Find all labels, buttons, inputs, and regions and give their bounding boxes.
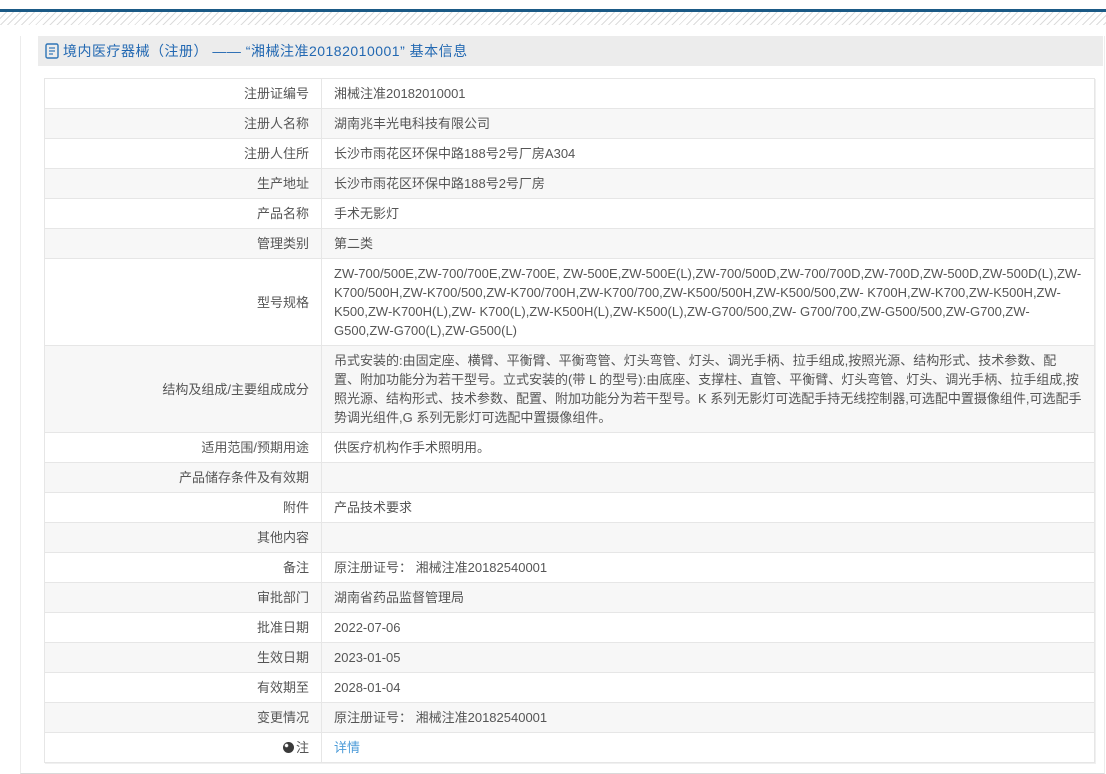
row-label-text: 结构及组成/主要组成成分 <box>162 382 309 397</box>
row-label-text: 管理类别 <box>257 236 309 251</box>
row-label: 审批部门 <box>45 583 322 613</box>
row-value: ZW-700/500E,ZW-700/700E,ZW-700E, ZW-500E… <box>322 259 1095 346</box>
table-row: 批准日期 2022-07-06 <box>45 613 1095 643</box>
row-label: 备注 <box>45 553 322 583</box>
row-label-text: 注册人住所 <box>244 146 309 161</box>
document-icon <box>45 43 59 59</box>
row-value: 原注册证号： 湘械注准20182540001 <box>322 553 1095 583</box>
row-label-text: 适用范围/预期用途 <box>201 440 309 455</box>
row-label-text: 附件 <box>283 500 309 515</box>
table-row: 注 详情 <box>45 733 1095 763</box>
row-value: 湖南兆丰光电科技有限公司 <box>322 109 1095 139</box>
table-row: 注册证编号湘械注准20182010001 <box>45 79 1095 109</box>
table-row: 变更情况原注册证号： 湘械注准20182540001 <box>45 703 1095 733</box>
row-label-text: 其他内容 <box>257 530 309 545</box>
table-row: 注册人住所长沙市雨花区环保中路188号2号厂房A304 <box>45 139 1095 169</box>
row-label: 注册证编号 <box>45 79 322 109</box>
table-row: 其他内容 <box>45 523 1095 553</box>
row-label-text: 生产地址 <box>257 176 309 191</box>
row-value: 产品技术要求 <box>322 493 1095 523</box>
hatched-divider <box>0 12 1106 25</box>
row-label: 产品储存条件及有效期 <box>45 463 322 493</box>
row-value: 长沙市雨花区环保中路188号2号厂房A304 <box>322 139 1095 169</box>
row-label-text: 批准日期 <box>257 620 309 635</box>
row-value: 2022-07-06 <box>322 613 1095 643</box>
page-title: 境内医疗器械（注册） —— “湘械注准20182010001” 基本信息 <box>63 41 468 61</box>
row-value: 吊式安装的:由固定座、横臂、平衡臂、平衡弯管、灯头弯管、灯头、调光手柄、拉手组成… <box>322 346 1095 433</box>
table-row: 生效日期 2023-01-05 <box>45 643 1095 673</box>
table-row: 型号规格 ZW-700/500E,ZW-700/700E,ZW-700E, ZW-… <box>45 259 1095 346</box>
row-label-text: 审批部门 <box>257 590 309 605</box>
section-header: 境内医疗器械（注册） —— “湘械注准20182010001” 基本信息 <box>38 36 1103 66</box>
row-label: 有效期至 <box>45 673 322 703</box>
table-row: 生产地址长沙市雨花区环保中路188号2号厂房 <box>45 169 1095 199</box>
table-row: 产品储存条件及有效期 <box>45 463 1095 493</box>
row-label: 批准日期 <box>45 613 322 643</box>
table-row: 结构及组成/主要组成成分吊式安装的:由固定座、横臂、平衡臂、平衡弯管、灯头弯管、… <box>45 346 1095 433</box>
row-label: 注册人住所 <box>45 139 322 169</box>
table-row: 适用范围/预期用途供医疗机构作手术照明用。 <box>45 433 1095 463</box>
row-label: 生产地址 <box>45 169 322 199</box>
row-label-text: 产品储存条件及有效期 <box>179 470 309 485</box>
table-row: 审批部门湖南省药品监督管理局 <box>45 583 1095 613</box>
table-row: 管理类别第二类 <box>45 229 1095 259</box>
row-label: 生效日期 <box>45 643 322 673</box>
row-value: 供医疗机构作手术照明用。 <box>322 433 1095 463</box>
row-label: 适用范围/预期用途 <box>45 433 322 463</box>
table-wrapper: 注册证编号湘械注准20182010001注册人名称湖南兆丰光电科技有限公司注册人… <box>44 78 1095 763</box>
row-value: 手术无影灯 <box>322 199 1095 229</box>
registration-info-table: 注册证编号湘械注准20182010001注册人名称湖南兆丰光电科技有限公司注册人… <box>44 78 1095 763</box>
top-margin <box>0 0 1106 9</box>
row-value: 湘械注准20182010001 <box>322 79 1095 109</box>
row-value: 2028-01-04 <box>322 673 1095 703</box>
table-row: 备注原注册证号： 湘械注准20182540001 <box>45 553 1095 583</box>
row-label: 结构及组成/主要组成成分 <box>45 346 322 433</box>
row-label-text: 注册人名称 <box>244 116 309 131</box>
table-row: 注册人名称湖南兆丰光电科技有限公司 <box>45 109 1095 139</box>
row-label: 注 <box>45 733 322 763</box>
row-label-text: 注 <box>296 740 309 755</box>
row-label: 注册人名称 <box>45 109 322 139</box>
row-label-text: 变更情况 <box>257 710 309 725</box>
table-row: 有效期至 2028-01-04 <box>45 673 1095 703</box>
row-label-text: 生效日期 <box>257 650 309 665</box>
table-row: 附件产品技术要求 <box>45 493 1095 523</box>
content-panel: 境内医疗器械（注册） —— “湘械注准20182010001” 基本信息 注册证… <box>20 36 1105 774</box>
row-label-text: 型号规格 <box>257 295 309 310</box>
row-label: 变更情况 <box>45 703 322 733</box>
note-icon <box>283 742 294 753</box>
row-label: 其他内容 <box>45 523 322 553</box>
row-label-text: 注册证编号 <box>244 86 309 101</box>
row-label-text: 有效期至 <box>257 680 309 695</box>
row-label: 产品名称 <box>45 199 322 229</box>
row-value: 原注册证号： 湘械注准20182540001 <box>322 703 1095 733</box>
detail-link[interactable]: 详情 <box>334 740 360 755</box>
row-value: 湖南省药品监督管理局 <box>322 583 1095 613</box>
row-value: 详情 <box>322 733 1095 763</box>
info-table-body: 注册证编号湘械注准20182010001注册人名称湖南兆丰光电科技有限公司注册人… <box>45 79 1095 763</box>
row-label-text: 备注 <box>283 560 309 575</box>
row-label: 管理类别 <box>45 229 322 259</box>
row-value: 第二类 <box>322 229 1095 259</box>
row-value <box>322 523 1095 553</box>
row-label: 附件 <box>45 493 322 523</box>
row-value: 2023-01-05 <box>322 643 1095 673</box>
row-label-text: 产品名称 <box>257 206 309 221</box>
top-gap <box>0 25 1106 36</box>
row-value <box>322 463 1095 493</box>
row-value: 长沙市雨花区环保中路188号2号厂房 <box>322 169 1095 199</box>
table-row: 产品名称手术无影灯 <box>45 199 1095 229</box>
row-label: 型号规格 <box>45 259 322 346</box>
